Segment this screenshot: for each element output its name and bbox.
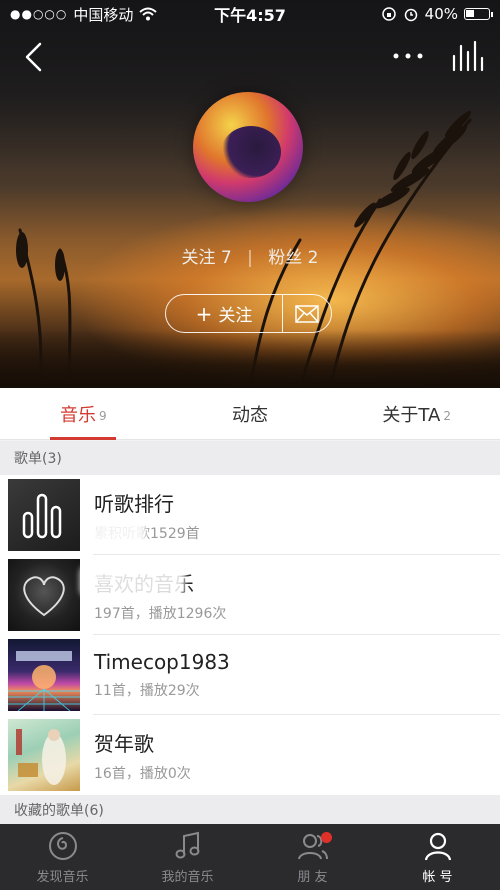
playlist-meta: 197首，播放1296次: [94, 605, 227, 622]
playlist-title: 贺年歌: [94, 731, 154, 756]
now-playing-icon[interactable]: [450, 40, 484, 72]
tab-music-count: 9: [99, 408, 107, 423]
album-cover: [8, 639, 80, 711]
playlist-item[interactable]: 听歌排行 累积听歌1529首: [0, 475, 500, 555]
status-bar: ●●○○○ 中国移动 下午4:57 40%: [0, 0, 500, 28]
playlist-meta: 16首，播放0次: [94, 765, 191, 782]
nav-my-music-label: 我的音乐: [161, 869, 214, 885]
message-button[interactable]: [283, 295, 331, 332]
profile-actions: + 关注: [165, 294, 332, 333]
back-icon[interactable]: [20, 40, 50, 74]
tab-about[interactable]: 关于TA 2: [333, 388, 500, 439]
tab-music[interactable]: 音乐 9: [0, 388, 167, 439]
nav-my-music[interactable]: 我的音乐: [125, 824, 250, 890]
playlist-item[interactable]: 贺年歌 16首，播放0次: [0, 715, 500, 795]
more-icon[interactable]: [390, 47, 426, 65]
tab-activity-label: 动态: [232, 404, 268, 426]
album-cover: [8, 719, 80, 791]
bottom-nav: 发现音乐 我的音乐 朋 友 帐 号: [0, 824, 500, 890]
nav-friends-label: 朋 友: [297, 869, 328, 885]
notification-badge: [321, 832, 332, 843]
playlist-title: 听歌排行: [94, 491, 174, 516]
music-note-icon: [175, 831, 199, 858]
ranking-cover: [8, 479, 80, 551]
status-time: 下午4:57: [214, 6, 286, 25]
collected-section-header: 收藏的歌单(6): [0, 795, 500, 825]
follow-button[interactable]: + 关注: [166, 295, 283, 332]
tab-activity[interactable]: 动态: [167, 388, 334, 439]
nav-discover[interactable]: 发现音乐: [0, 824, 125, 890]
bar-chart-icon: [22, 493, 62, 539]
avatar[interactable]: [193, 92, 303, 202]
tab-music-label: 音乐: [60, 404, 97, 426]
liked-cover: [8, 559, 80, 631]
tab-about-label: 关于TA: [382, 404, 441, 426]
playlist-item[interactable]: Timecop1983 11首，播放29次: [0, 635, 500, 715]
nav-account[interactable]: 帐 号: [375, 824, 500, 890]
playlist-meta: 11首，播放29次: [94, 683, 200, 699]
playlist-item[interactable]: 喜欢的音乐 197首，播放1296次: [0, 555, 500, 635]
follow-button-label: 关注: [218, 306, 253, 326]
playlists-section-header: 歌单(3): [0, 441, 500, 475]
battery-icon: [464, 8, 493, 20]
heart-icon: [23, 576, 65, 617]
follow-stats: 关注 7 | 粉丝 2: [0, 243, 500, 268]
playlist-list: 听歌排行 累积听歌1529首 喜欢的音乐 197首，播放1296次: [0, 475, 500, 795]
profile-tabs: 音乐 9 动态 关于TA 2: [0, 388, 500, 440]
person-icon: [424, 832, 451, 860]
redaction-blur: [86, 519, 146, 549]
profile-header: ●●○○○ 中国移动 下午4:57 40% 关注 7 | 粉丝 2 + 关注: [0, 0, 500, 388]
tab-about-count: 2: [443, 408, 451, 423]
plus-icon: +: [195, 301, 213, 326]
stats-separator: |: [247, 248, 253, 268]
nav-friends[interactable]: 朋 友: [250, 824, 375, 890]
nav-account-label: 帐 号: [422, 869, 453, 885]
synthwave-grid-art: [8, 651, 80, 711]
playlist-title: Timecop1983: [94, 650, 230, 674]
background-ground: [0, 330, 500, 388]
avatar-logo: [221, 126, 281, 178]
redaction-blur: [80, 565, 185, 597]
nav-discover-label: 发现音乐: [36, 869, 89, 885]
following-count[interactable]: 关注 7: [181, 248, 231, 268]
netease-logo-icon: [48, 831, 77, 860]
fans-count[interactable]: 粉丝 2: [268, 248, 318, 268]
new-year-art: [16, 729, 66, 785]
envelope-icon: [295, 304, 319, 323]
